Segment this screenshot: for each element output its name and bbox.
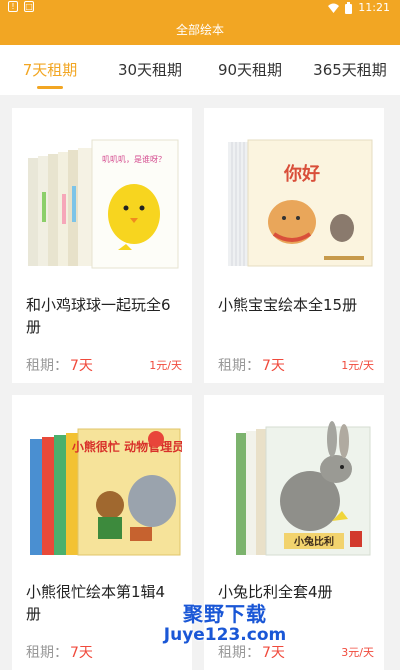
tab-365-days[interactable]: 365天租期 (300, 45, 400, 95)
book-card[interactable]: 叽叽叽，是谁呀？ 和小鸡球球一起玩全6册 租期： 7天 1元/天 (12, 108, 192, 383)
status-time: 11:21 (358, 1, 390, 14)
term-value: 7天 (70, 645, 93, 661)
term-value: 7天 (70, 358, 93, 374)
price: 3元/天 (341, 646, 374, 659)
cover-text-4: 小兔比利 (293, 535, 334, 548)
term-label: 租期： (26, 645, 68, 661)
cover-text-2: 你好 (283, 163, 320, 185)
rental-meta: 租期： 7天 1元/天 (218, 355, 374, 375)
page-title-bar: 全部绘本 (0, 16, 400, 45)
book-title: 小熊很忙绘本第1辑4册 (26, 583, 166, 623)
rental-meta: 租期： 7天 (26, 642, 182, 662)
tab-90-days[interactable]: 90天租期 (200, 45, 300, 95)
rental-period-tabs: 7天租期 30天租期 90天租期 365天租期 (0, 45, 400, 95)
cover-text-3: 小熊很忙 动物管理员 (72, 439, 182, 454)
book-cover-image: 小熊很忙 动物管理员 (22, 409, 182, 559)
page-title: 全部绘本 (175, 23, 224, 37)
tab-30-days[interactable]: 30天租期 (100, 45, 200, 95)
book-title: 小熊宝宝绘本全15册 (218, 296, 358, 314)
wifi-icon (328, 3, 340, 13)
term-label: 租期： (218, 645, 260, 661)
status-bar: ! □ 11:21 (0, 0, 400, 16)
tab-7-days[interactable]: 7天租期 (0, 45, 100, 95)
notification-icon: ! (8, 1, 18, 12)
price: 1元/天 (149, 359, 182, 372)
app-icon: □ (24, 1, 34, 12)
book-title: 小兔比利全套4册 (218, 583, 333, 601)
term-value: 7天 (262, 358, 285, 374)
book-title: 和小鸡球球一起玩全6册 (26, 296, 171, 336)
term-value: 7天 (262, 645, 285, 661)
term-label: 租期： (26, 358, 68, 374)
term-label: 租期： (218, 358, 260, 374)
book-card[interactable]: 你好 小熊宝宝绘本全15册 租期： 7天 1元/天 (204, 108, 384, 383)
book-card[interactable]: 小熊很忙 动物管理员 小熊很忙绘本第1辑4册 租期： 7天 (12, 395, 192, 670)
book-card[interactable]: 小兔比利 小兔比利全套4册 租期： 7天 3元/天 (204, 395, 384, 670)
book-cover-image: 小兔比利 (214, 409, 374, 559)
price: 1元/天 (341, 359, 374, 372)
rental-meta: 租期： 7天 1元/天 (26, 355, 182, 375)
book-cover-image: 叽叽叽，是谁呀？ (22, 122, 182, 272)
book-cover-image: 你好 (214, 122, 374, 272)
cover-text-1: 叽叽叽，是谁呀？ (102, 154, 166, 164)
rental-meta: 租期： 7天 3元/天 (218, 642, 374, 662)
battery-icon (345, 1, 353, 14)
